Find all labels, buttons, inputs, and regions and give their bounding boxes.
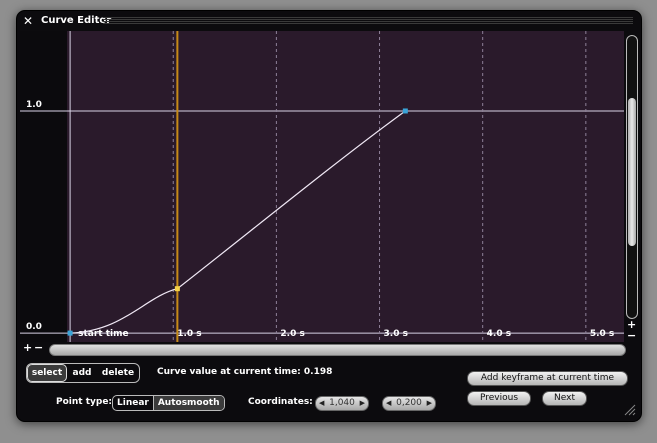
curve-graph-canvas[interactable]: 0.0 1.0 1.0 s 2.0 s 3.0 s 4.0 s 5.0 s start tim…	[20, 31, 624, 342]
title-bar-grip	[103, 17, 633, 24]
point-type-linear-button[interactable]: Linear	[113, 396, 153, 410]
mode-select-button[interactable]: select	[27, 364, 67, 382]
add-keyframe-button[interactable]: Add keyframe at current time	[467, 371, 628, 386]
coord-x-stepper[interactable]: ◀ 1,040 ▶	[315, 396, 369, 411]
horizontal-zoom-in-button[interactable]: +	[23, 342, 32, 354]
plot-area[interactable]	[67, 31, 624, 342]
resize-grip-icon[interactable]	[623, 403, 636, 416]
next-button[interactable]: Next	[542, 391, 587, 406]
x-tick-label: 1.0 s	[177, 329, 201, 339]
selected-keyframe-point[interactable]	[174, 286, 180, 292]
curve-value-text: Curve value at current time: 0.198	[157, 367, 333, 377]
title-bar[interactable]: ✕ Curve Editor	[17, 11, 641, 31]
vertical-zoom-out-button[interactable]: −	[627, 330, 636, 341]
curve-graph[interactable]: 0.0 1.0 1.0 s 2.0 s 3.0 s 4.0 s 5.0 s start tim…	[20, 31, 624, 342]
coord-x-value[interactable]: 1,040	[329, 397, 355, 410]
y-tick-label: 0.0	[26, 322, 42, 332]
x-tick-label: 4.0 s	[487, 329, 511, 339]
x-tick-label: 3.0 s	[384, 329, 408, 339]
vertical-scroll-thumb[interactable]	[628, 98, 636, 246]
horizontal-scrollbar[interactable]	[49, 344, 626, 356]
close-icon[interactable]: ✕	[23, 14, 33, 28]
point-type-autosmooth-button[interactable]: Autosmooth	[152, 396, 224, 410]
decrement-icon[interactable]: ◀	[386, 397, 391, 410]
increment-icon[interactable]: ▶	[360, 397, 365, 410]
curve-editor-window: ✕ Curve Editor 0.0 1.0 1.0 s 2.0 s 3.0 s 4.0 …	[16, 10, 642, 422]
mode-delete-button[interactable]: delete	[97, 364, 139, 382]
window-title: Curve Editor	[41, 15, 112, 26]
x-tick-label: 2.0 s	[280, 329, 304, 339]
horizontal-zoom-out-button[interactable]: −	[34, 342, 43, 354]
vertical-scrollbar[interactable]	[626, 35, 638, 319]
start-time-label: start time	[78, 329, 128, 339]
increment-icon[interactable]: ▶	[427, 397, 432, 410]
mode-add-button[interactable]: add	[67, 364, 97, 382]
coord-y-stepper[interactable]: ◀ 0,200 ▶	[382, 396, 436, 411]
y-tick-label: 1.0	[26, 100, 42, 110]
keyframe-point[interactable]	[402, 108, 408, 114]
point-type-segmented-control: Linear Autosmooth	[112, 395, 225, 411]
decrement-icon[interactable]: ◀	[319, 397, 324, 410]
coord-y-value[interactable]: 0,200	[396, 397, 422, 410]
point-type-label: Point type:	[56, 397, 113, 407]
mode-segmented-control: select add delete	[26, 363, 140, 383]
keyframe-point[interactable]	[67, 330, 73, 336]
x-tick-label: 5.0 s	[590, 329, 614, 339]
previous-button[interactable]: Previous	[467, 391, 531, 406]
coordinates-label: Coordinates:	[248, 397, 313, 407]
